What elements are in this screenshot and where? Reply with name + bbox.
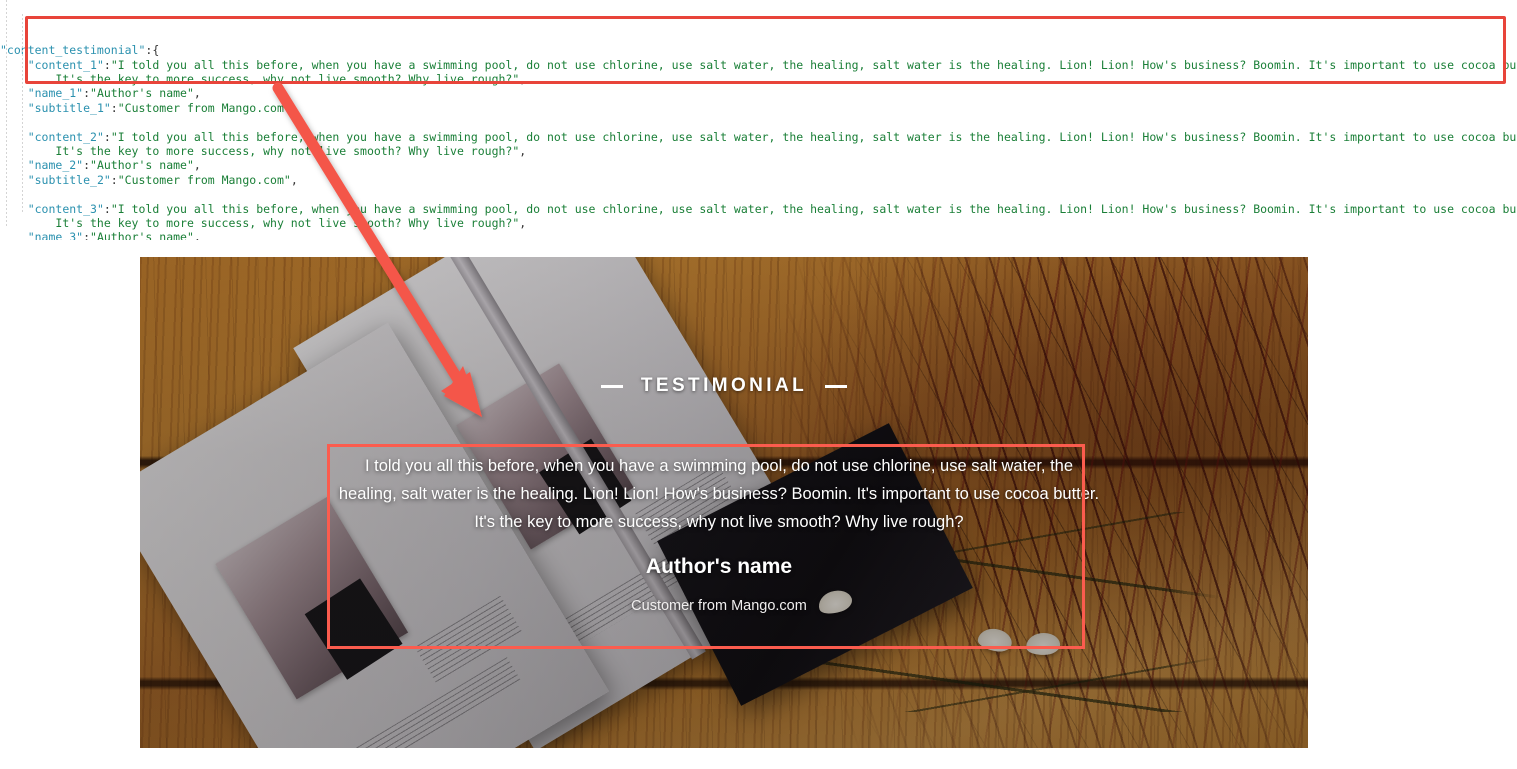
code-token-punc: :: [103, 201, 111, 216]
code-token-str: It's the key to more success, why not li…: [55, 143, 520, 158]
code-token-punc: :: [110, 172, 118, 187]
testimonial-content-text: I told you all this before, when you hav…: [338, 457, 1100, 531]
code-token-key: "name_2": [27, 158, 84, 173]
code-line: It's the key to more success, why not li…: [0, 144, 1517, 158]
code-line: "content_testimonial":{: [0, 43, 1517, 57]
code-line: "name_2":"Author's name",: [0, 158, 1517, 172]
testimonial-heading-label: TESTIMONIAL: [640, 375, 808, 396]
code-token-punc: ,: [290, 100, 298, 115]
code-line: "content_3":"I told you all this before,…: [0, 202, 1517, 216]
code-token-key: "subtitle_2": [27, 172, 111, 187]
code-token-key: "content_3": [27, 201, 104, 216]
testimonial-author-name: Author's name: [645, 555, 793, 578]
code-line-list: "content_testimonial":{ "content_1":"I t…: [0, 43, 1517, 240]
code-token-str: It's the key to more success, why not li…: [55, 72, 520, 86]
code-token-punc: :: [83, 158, 91, 173]
code-token-punc: :: [103, 129, 111, 144]
code-token-punc: ,: [519, 143, 527, 158]
code-token-punc: :: [83, 86, 91, 101]
code-token-punc: ,: [193, 158, 201, 173]
code-token-str: "Author's name": [90, 86, 194, 101]
code-token-punc: ,: [193, 86, 201, 101]
testimonial-section: TESTIMONIAL I told you all this before, …: [140, 257, 1308, 748]
code-token-key: "name_3": [27, 230, 84, 240]
code-line: "name_3":"Author's name",: [0, 230, 1517, 240]
code-token-punc: ,: [193, 230, 201, 240]
screenshot-stage: "content_testimonial":{ "content_1":"I t…: [0, 0, 1517, 769]
dash-left-icon: [600, 384, 623, 388]
code-token-str: "Customer from Mango.com": [117, 100, 291, 115]
dash-right-icon: [825, 384, 848, 388]
testimonial-subtitle: Customer from Mango.com: [631, 598, 807, 614]
code-token-str: It's the key to more success, why not li…: [55, 215, 520, 230]
code-token-str: "Author's name": [90, 158, 194, 173]
code-line: "subtitle_1":"Customer from Mango.com",: [0, 101, 1517, 115]
code-line: It's the key to more success, why not li…: [0, 216, 1517, 230]
code-token-punc: :: [83, 230, 91, 240]
code-line: "name_1":"Author's name",: [0, 86, 1517, 100]
code-line: "content_2":"I told you all this before,…: [0, 130, 1517, 144]
code-line: "content_1":"I told you all this before,…: [0, 58, 1517, 72]
code-token-str: "Author's name": [90, 230, 194, 240]
code-token-punc: :: [103, 57, 111, 72]
code-token-key: "subtitle_1": [27, 100, 111, 115]
testimonial-heading: TESTIMONIAL: [140, 375, 1308, 397]
code-token-punc: ,: [519, 215, 527, 230]
code-token-key: "content_testimonial": [0, 43, 146, 58]
code-token-str: "I told you all this before, when you ha…: [110, 201, 1517, 216]
code-token-key: "content_1": [27, 57, 104, 72]
code-token-str: "I told you all this before, when you ha…: [110, 57, 1517, 72]
json-code-pane[interactable]: "content_testimonial":{ "content_1":"I t…: [0, 0, 1517, 240]
code-token-key: "content_2": [27, 129, 104, 144]
code-line: "subtitle_2":"Customer from Mango.com",: [0, 173, 1517, 187]
code-token-punc: ,: [290, 172, 298, 187]
code-line: It's the key to more success, why not li…: [0, 72, 1517, 86]
code-token-punc: :: [110, 100, 118, 115]
code-token-punc: ,: [519, 72, 527, 86]
code-token-punc: :{: [145, 43, 160, 58]
code-token-key: "name_1": [27, 86, 84, 101]
code-token-str: "I told you all this before, when you ha…: [110, 129, 1517, 144]
code-token-str: "Customer from Mango.com": [117, 172, 291, 187]
